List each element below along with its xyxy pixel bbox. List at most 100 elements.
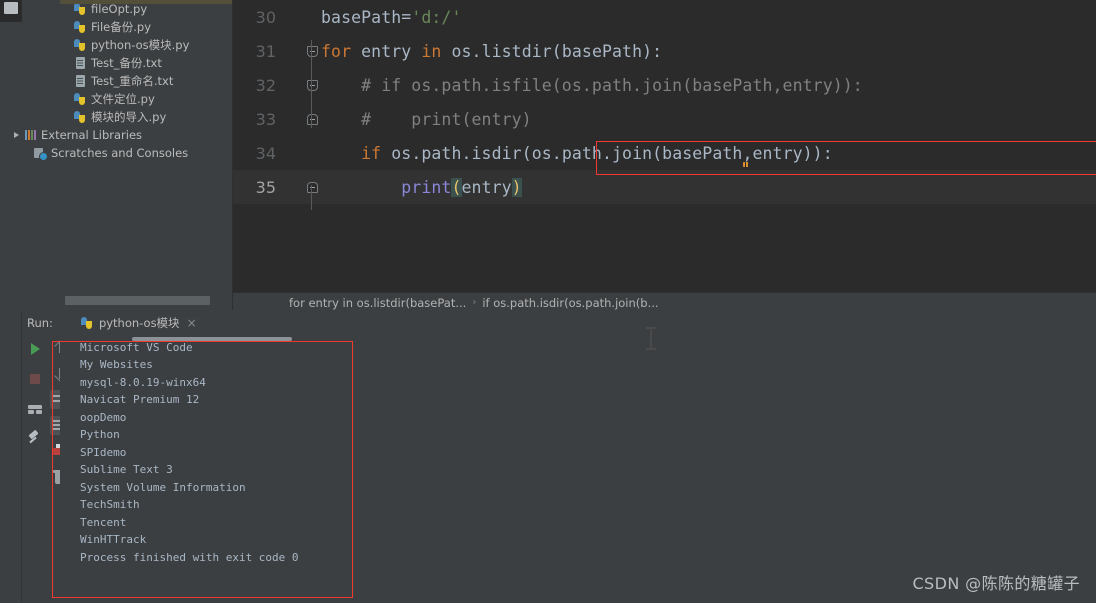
tree-item-label: python-os模块.py xyxy=(91,38,190,52)
tree-item-8[interactable]: Scratches and Consoles xyxy=(0,144,232,162)
tree-item-label: 模块的导入.py xyxy=(91,110,167,124)
code-line-text: # if os.path.isfile(os.path.join(basePat… xyxy=(321,68,863,102)
console-line: Tencent xyxy=(80,515,127,529)
tree-item-1[interactable]: File备份.py xyxy=(0,18,232,36)
token: # print(entry) xyxy=(321,109,532,129)
layout-icon[interactable] xyxy=(25,399,45,419)
fold-marker-icon[interactable] xyxy=(303,170,321,204)
pycharm-window: fileOpt.py File备份.py python-os模块.py Test_备份… xyxy=(0,0,1096,603)
line-number: 32 xyxy=(255,75,276,95)
tree-item-label: Test_备份.txt xyxy=(91,56,162,70)
code-line-34[interactable]: 34 if os.path.isdir(os.path.join(basePat… xyxy=(233,136,1096,170)
console-output[interactable]: JetBrainsMicrosoft VS CodeMy Websitesmys… xyxy=(60,334,1096,566)
close-icon[interactable]: × xyxy=(187,316,197,330)
csdn-watermark: CSDN @陈陈的糖罐子 xyxy=(912,574,1080,593)
line-number: 33 xyxy=(255,109,276,129)
python-file-icon xyxy=(73,110,87,124)
token: print xyxy=(401,177,452,197)
token: ( xyxy=(451,177,462,197)
code-line-30[interactable]: 30 basePath ='d:/' xyxy=(233,0,1096,34)
pin-icon[interactable] xyxy=(25,429,45,449)
console-line: Python xyxy=(80,428,120,441)
fold-marker-icon[interactable] xyxy=(303,68,321,102)
fold-marker-icon[interactable] xyxy=(303,34,321,68)
console-line: mysql-8.0.19-winx64 xyxy=(80,375,206,389)
run-tab[interactable]: python-os模块 × xyxy=(80,315,197,331)
console-line: oopDemo xyxy=(80,410,127,424)
breadcrumb[interactable]: for entry in os.listdir(basePat... › if … xyxy=(233,292,1096,312)
token: 'd:/' xyxy=(411,7,462,27)
console-line: Microsoft VS Code xyxy=(80,340,193,354)
tree-item-3[interactable]: Test_备份.txt xyxy=(0,54,232,72)
line-number: 34 xyxy=(255,143,276,163)
run-toolbar[interactable] xyxy=(22,334,48,603)
run-tab-label: python-os模块 xyxy=(98,316,180,330)
text-file-icon xyxy=(73,74,87,88)
console-scrollbar-thumb[interactable] xyxy=(132,337,292,341)
console-scroll-area[interactable]: JetBrainsMicrosoft VS CodeMy Websitesmys… xyxy=(60,334,1096,603)
window-corner-chrome xyxy=(0,0,22,22)
run-tool-header: Run: python-os模块 × xyxy=(0,312,1096,334)
fold-marker-icon[interactable] xyxy=(303,102,321,136)
run-title: Run: xyxy=(27,316,53,330)
scratches-icon xyxy=(33,146,48,161)
run-tool-window: Run: python-os模块 × Microsoft VS Code My … xyxy=(0,312,1096,603)
run-icon[interactable] xyxy=(25,339,45,359)
line-number: 31 xyxy=(255,41,276,61)
tree-item-6[interactable]: 模块的导入.py xyxy=(0,108,232,126)
chevron-right-icon: › xyxy=(472,297,477,308)
code-area[interactable]: 30 basePath ='d:/' 31 for entry in os.listdi… xyxy=(233,0,1096,210)
breadcrumb-item-1[interactable]: if os.path.isdir(os.path.join(b... xyxy=(482,296,658,310)
tree-item-label: Scratches and Consoles xyxy=(51,146,189,160)
code-line-text: for entry in os.listdir(basePath): xyxy=(321,34,662,68)
console-line: Process finished with exit code 0 xyxy=(80,550,299,564)
console-line: My Websites xyxy=(80,358,153,371)
code-line-35[interactable]: 35 print(entry) xyxy=(233,170,1096,204)
python-file-icon xyxy=(73,2,87,16)
code-editor[interactable]: 30 basePath ='d:/' 31 for entry in os.listdi… xyxy=(233,0,1096,292)
python-file-icon xyxy=(73,20,87,34)
tree-item-2[interactable]: python-os模块.py xyxy=(0,36,232,54)
code-line-text: if os.path.isdir(os.path.join(basePath, e… xyxy=(321,136,833,170)
project-tool-window[interactable]: fileOpt.py File备份.py python-os模块.py Test_备份… xyxy=(0,0,232,310)
token: # if os.path.isfile(os.path.join(basePat… xyxy=(321,75,863,95)
line-number: 35 xyxy=(255,177,276,197)
console-line: SPIdemo xyxy=(80,445,127,459)
token: entry)): xyxy=(752,143,833,163)
fold-region-stem xyxy=(311,185,312,210)
project-horizontal-scrollbar[interactable] xyxy=(10,296,216,305)
code-line-text: basePath ='d:/' xyxy=(321,0,462,34)
code-line-text: # print(entry) xyxy=(321,102,532,136)
breadcrumb-item-0[interactable]: for entry in os.listdir(basePat... xyxy=(289,296,466,310)
tree-item-label: 文件定位.py xyxy=(91,92,155,106)
chevron-right-icon[interactable] xyxy=(10,126,23,144)
token: if xyxy=(361,143,382,163)
tree-item-label: Test_重命名.txt xyxy=(91,74,174,88)
tree-item-5[interactable]: 文件定位.py xyxy=(0,90,232,108)
project-tree[interactable]: fileOpt.py File备份.py python-os模块.py Test_备份… xyxy=(0,0,232,162)
token: entry xyxy=(461,177,512,197)
token: in xyxy=(421,41,442,61)
tab-strip-remnant xyxy=(60,0,232,4)
code-line-32[interactable]: 32 # if os.path.isfile(os.path.join(base… xyxy=(233,68,1096,102)
tree-item-4[interactable]: Test_重命名.txt xyxy=(0,72,232,90)
console-line: WinHTTrack xyxy=(80,533,147,546)
python-file-icon xyxy=(80,316,94,330)
tree-item-7[interactable]: External Libraries xyxy=(0,126,232,144)
stop-icon[interactable] xyxy=(25,369,45,389)
run-tool-body: JetBrainsMicrosoft VS CodeMy Websitesmys… xyxy=(0,334,1096,603)
code-line-33[interactable]: 33 # print(entry) xyxy=(233,102,1096,136)
tree-item-label: File备份.py xyxy=(91,20,152,34)
text-file-icon xyxy=(73,56,87,70)
token: os.path.isdir(os.path.join(basePath xyxy=(381,143,743,163)
libraries-icon xyxy=(23,128,37,142)
token: entry xyxy=(351,41,422,61)
code-line-31[interactable]: 31 for entry in os.listdir(basePath): xyxy=(233,34,1096,68)
project-scrollbar-thumb[interactable] xyxy=(65,296,210,305)
